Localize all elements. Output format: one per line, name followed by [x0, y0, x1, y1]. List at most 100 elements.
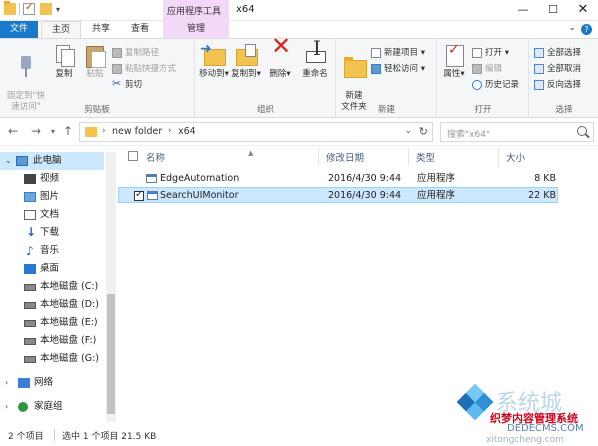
file-type: 应用程序: [417, 190, 456, 201]
tab-share[interactable]: 共享: [84, 21, 118, 38]
tab-file[interactable]: 文件: [0, 21, 38, 38]
table-row[interactable]: SearchUIMonitor 2016/4/30 9:44 应用程序 22 K…: [118, 187, 558, 203]
copy-icon: [52, 43, 76, 67]
select-group-label: 选择: [555, 105, 573, 115]
pictures-icon: [24, 192, 36, 202]
tab-home[interactable]: 主页: [41, 21, 81, 39]
column-separator[interactable]: [318, 148, 319, 166]
chevron-right-icon[interactable]: ›: [168, 126, 172, 136]
maximize-button[interactable]: ☐: [538, 0, 568, 20]
tab-view[interactable]: 查看: [123, 21, 157, 38]
chevron-down-icon[interactable]: ⌄: [5, 152, 12, 170]
new-group-label: 新建: [377, 105, 395, 115]
column-header-modified[interactable]: 修改日期: [326, 150, 364, 164]
copy-to-button[interactable]: 复制到▾: [230, 43, 262, 80]
edit-label: 编辑: [485, 64, 503, 74]
nav-item-documents[interactable]: 文档: [0, 206, 104, 224]
edit-button[interactable]: 编辑: [472, 62, 502, 74]
back-arrow-icon[interactable]: ←: [8, 124, 18, 138]
move-to-button[interactable]: 移动到▾: [198, 43, 230, 80]
invert-selection-button[interactable]: 反向选择: [534, 78, 581, 90]
nav-label: 文档: [40, 209, 60, 220]
nav-item-drive-f[interactable]: 本地磁盘 (F:): [0, 332, 104, 350]
invert-selection-icon: [534, 79, 544, 90]
nav-item-downloads[interactable]: 下载: [0, 223, 104, 242]
breadcrumb-new-folder[interactable]: new folder: [112, 126, 162, 137]
select-all-checkbox[interactable]: [128, 151, 138, 161]
cut-button[interactable]: 剪切: [112, 77, 142, 91]
file-modified: 2016/4/30 9:44: [328, 190, 402, 201]
nav-item-drive-d[interactable]: 本地磁盘 (D:): [0, 296, 104, 314]
paste-shortcut-button[interactable]: 粘贴快捷方式: [112, 62, 176, 74]
nav-label: 本地磁盘 (C:): [40, 281, 99, 292]
chevron-down-icon[interactable]: ⌄: [404, 126, 412, 136]
history-button[interactable]: 历史记录: [472, 78, 519, 90]
properties-button[interactable]: 属性▾: [440, 43, 468, 80]
paste-button[interactable]: 粘贴: [81, 43, 109, 80]
refresh-icon[interactable]: ↻: [419, 125, 428, 138]
delete-button[interactable]: 删除▾: [268, 41, 292, 80]
navigation-scrollbar[interactable]: [106, 152, 116, 422]
window-title: x64: [236, 4, 255, 15]
rename-button[interactable]: 重命名: [298, 43, 332, 80]
chevron-down-icon[interactable]: ⌄: [568, 23, 576, 33]
ribbon-tabs: 文件 主页 共享 查看 管理 ⌄ ?: [0, 21, 598, 39]
address-bar[interactable]: › new folder › x64 ⌄ ↻: [79, 122, 433, 142]
select-all-button[interactable]: 全部选择: [534, 46, 581, 58]
table-row[interactable]: EdgeAutomation 2016/4/30 9:44 应用程序 8 KB: [118, 171, 558, 187]
copy-label: 复制: [55, 69, 73, 79]
new-folder-quick-icon[interactable]: [40, 3, 52, 15]
documents-icon: [24, 210, 36, 220]
chevron-right-icon[interactable]: ›: [102, 126, 106, 136]
column-header-type[interactable]: 类型: [416, 150, 435, 164]
nav-item-drive-e[interactable]: 本地磁盘 (E:): [0, 314, 104, 332]
easy-access-button[interactable]: 轻松访问 ▾: [371, 62, 425, 74]
nav-item-this-pc[interactable]: ⌄ 此电脑: [0, 152, 104, 170]
move-to-label: 移动到: [199, 69, 225, 79]
watermark-logo-icon: [456, 383, 494, 421]
tab-manage[interactable]: 管理: [163, 21, 229, 38]
search-input[interactable]: 搜索"x64": [440, 122, 594, 142]
nav-label: 本地磁盘 (G:): [40, 353, 99, 364]
copy-path-button[interactable]: 复制路径: [112, 46, 159, 58]
ribbon: 固定到"快 速访问" 复制 粘贴 复制路径 粘贴快捷方式 剪切 剪贴板 移动到▾…: [0, 38, 598, 118]
drive-icon: [24, 338, 36, 345]
nav-item-videos[interactable]: 视频: [0, 170, 104, 188]
customize-quick-access-icon[interactable]: ▾: [56, 5, 60, 14]
scrollbar-thumb[interactable]: [107, 294, 115, 414]
nav-item-drive-c[interactable]: 本地磁盘 (C:): [0, 278, 104, 296]
up-arrow-icon[interactable]: ↑: [63, 124, 73, 138]
chevron-right-icon[interactable]: ›: [5, 398, 8, 416]
column-header-size[interactable]: 大小: [506, 150, 525, 164]
search-icon: [577, 126, 587, 136]
properties-quick-icon[interactable]: [23, 2, 35, 15]
paste-shortcut-label: 粘贴快捷方式: [125, 64, 177, 74]
column-separator[interactable]: [498, 148, 499, 166]
close-button[interactable]: ✕: [568, 0, 598, 20]
search-placeholder: 搜索"x64": [447, 130, 491, 140]
help-icon[interactable]: ?: [581, 24, 592, 35]
select-none-button[interactable]: 全部取消: [534, 62, 581, 74]
nav-item-pictures[interactable]: 图片: [0, 188, 104, 206]
copy-path-icon: [112, 47, 122, 58]
nav-item-drive-g[interactable]: 本地磁盘 (G:): [0, 350, 104, 368]
nav-item-network[interactable]: › 网络: [0, 374, 104, 392]
row-checkbox[interactable]: [134, 187, 144, 203]
recent-locations-chevron-icon[interactable]: ▾: [51, 127, 55, 136]
copy-button[interactable]: 复制: [50, 43, 78, 80]
nav-item-desktop[interactable]: 桌面: [0, 260, 104, 278]
clipboard-group-label: 剪贴板: [84, 105, 110, 115]
new-item-button[interactable]: 新建项目 ▾: [371, 46, 425, 58]
column-separator[interactable]: [408, 148, 409, 166]
drive-icon: [24, 302, 36, 309]
nav-item-homegroup[interactable]: › 家庭组: [0, 398, 104, 416]
breadcrumb-x64[interactable]: x64: [178, 126, 196, 137]
nav-item-music[interactable]: 音乐: [0, 242, 104, 260]
minimize-button[interactable]: —: [508, 0, 538, 20]
forward-arrow-icon[interactable]: →: [31, 124, 41, 138]
open-button[interactable]: 打开 ▾: [472, 46, 509, 58]
chevron-right-icon[interactable]: ›: [5, 374, 8, 392]
copy-path-label: 复制路径: [125, 48, 160, 58]
video-icon: [24, 174, 36, 184]
column-header-name[interactable]: 名称 ▲: [146, 149, 253, 164]
